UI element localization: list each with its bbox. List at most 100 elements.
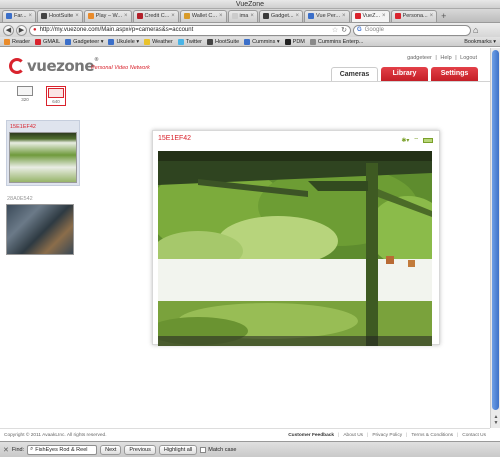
- tab-label: Play – W...: [95, 13, 123, 19]
- bookmark-item[interactable]: Reader: [4, 38, 31, 45]
- match-case-option[interactable]: Match case: [200, 446, 236, 453]
- tab-label: HootSuite: [49, 13, 74, 19]
- battery-icon: [423, 137, 433, 143]
- address-bar[interactable]: ● http://my.vuezone.com/Main.aspx#p=came…: [29, 24, 351, 36]
- browser-tab[interactable]: Play – W... ×: [83, 9, 132, 22]
- divider: |: [455, 55, 457, 61]
- bookmark-item[interactable]: Ukulele ▾: [108, 38, 139, 45]
- find-label: Find:: [11, 446, 25, 453]
- tab-cameras[interactable]: Cameras: [331, 67, 378, 81]
- camera-thumbnail-image[interactable]: [6, 204, 74, 255]
- bookmark-icon: [65, 38, 72, 45]
- bookmark-label: Gadgeteer ▾: [73, 38, 104, 45]
- footer-link[interactable]: About Us: [343, 433, 363, 438]
- page-scrollbar[interactable]: ▲ ▼: [490, 48, 500, 428]
- find-input-value[interactable]: FishEyes Rod & Reel: [35, 447, 87, 453]
- live-video-viewer: 15E1EF42 ✱▾ ⌔: [152, 130, 440, 346]
- tab-label: Far...: [14, 13, 27, 19]
- site-identity-icon[interactable]: ●: [33, 27, 37, 33]
- search-box[interactable]: G Google: [353, 24, 471, 36]
- highlight-all-button[interactable]: Highlight all: [158, 444, 198, 455]
- tab-label: Wallet C...: [191, 13, 217, 19]
- browser-tab[interactable]: Wallet C... ×: [179, 9, 227, 22]
- camera-thumbnail[interactable]: 28A0E542: [6, 196, 80, 255]
- bookmark-item[interactable]: HootSuite: [206, 38, 239, 45]
- tab-close-icon[interactable]: ×: [430, 13, 434, 19]
- find-input[interactable]: ⌕ FishEyes Rod & Reel: [27, 444, 98, 455]
- bookmark-label: Weather: [152, 38, 173, 45]
- match-case-checkbox[interactable]: [200, 446, 207, 453]
- bookmark-star-icon[interactable]: ☆: [332, 26, 338, 34]
- home-icon[interactable]: ⌂: [473, 25, 478, 35]
- tab-favicon-icon: [6, 13, 12, 19]
- resolution-640-button[interactable]: 640: [46, 86, 66, 106]
- browser-tab[interactable]: Vue Per... ×: [304, 9, 350, 22]
- tab-close-icon[interactable]: ×: [296, 13, 300, 19]
- resolution-320-button[interactable]: 320: [15, 86, 35, 106]
- footer-link[interactable]: Customer Feedback: [288, 433, 334, 438]
- tab-label: ima: [239, 13, 249, 19]
- new-tab-icon[interactable]: +: [438, 11, 449, 21]
- tab-close-icon[interactable]: ×: [219, 13, 223, 19]
- bookmark-label: GMAIL: [43, 38, 61, 45]
- bookmark-icon: [284, 38, 291, 45]
- browser-tab[interactable]: Gadget... ×: [258, 9, 304, 22]
- browser-tab[interactable]: VueZ... ×: [350, 9, 390, 22]
- bookmark-icon: [144, 38, 151, 45]
- bookmark-item[interactable]: Weather: [144, 38, 173, 45]
- tab-favicon-icon: [183, 13, 190, 19]
- address-bar-url[interactable]: http://my.vuezone.com/Main.aspx#p=camera…: [40, 27, 329, 33]
- tab-close-icon[interactable]: ×: [124, 13, 128, 19]
- tab-close-icon[interactable]: ×: [29, 13, 33, 19]
- tab-close-icon[interactable]: ×: [171, 13, 175, 19]
- live-video-frame[interactable]: [158, 151, 432, 346]
- camera-thumbnail-image[interactable]: [9, 132, 77, 183]
- reload-icon[interactable]: ↻: [341, 26, 347, 34]
- footer-link[interactable]: Terms & Conditions: [411, 433, 453, 438]
- user-links: gadgeteer | Help | Logout: [406, 55, 478, 61]
- tab-close-icon[interactable]: ×: [250, 13, 254, 19]
- logout-link[interactable]: Logout: [459, 55, 478, 61]
- bookmark-icon: [309, 38, 316, 45]
- bookmark-item[interactable]: GMAIL: [35, 38, 61, 45]
- find-previous-button[interactable]: Previous: [124, 444, 156, 455]
- browser-tab[interactable]: HootSuite ×: [37, 9, 83, 22]
- search-box-placeholder[interactable]: Google: [365, 27, 384, 33]
- motion-icon[interactable]: ✱▾: [401, 137, 409, 144]
- close-find-bar-icon[interactable]: ✕: [3, 446, 9, 454]
- footer-links: Customer Feedback | About Us | Privacy Polic…: [288, 433, 486, 438]
- screen-icon: [17, 86, 33, 96]
- viewer-camera-id: 15E1EF42: [158, 135, 192, 142]
- browser-tab[interactable]: Far... ×: [2, 9, 37, 22]
- browser-tab[interactable]: ima ×: [227, 9, 258, 22]
- scrollbar-thumb[interactable]: [492, 50, 499, 410]
- vuezone-logo[interactable]: vuezone®: [9, 57, 99, 75]
- copyright-text: Copyright © 2011 AvaakLInc. All rights r…: [4, 432, 107, 438]
- help-link[interactable]: Help: [439, 55, 452, 61]
- browser-tab[interactable]: Persona... ×: [390, 9, 438, 22]
- back-button[interactable]: ◀: [3, 24, 14, 36]
- bookmark-item[interactable]: PDM: [284, 38, 305, 45]
- browser-tab[interactable]: Credit C... ×: [132, 9, 179, 22]
- bookmarks-menu-button[interactable]: Bookmarks ▾: [464, 39, 496, 45]
- bookmark-item[interactable]: Twitter: [177, 38, 202, 45]
- tab-close-icon[interactable]: ×: [382, 13, 386, 19]
- tab-close-icon[interactable]: ×: [75, 13, 79, 19]
- tab-settings[interactable]: Settings: [431, 67, 478, 81]
- bookmark-label: Reader: [12, 38, 31, 45]
- bookmark-item[interactable]: Cummins ▾: [244, 38, 280, 45]
- site-header: vuezone® Personal Video Network gadgetee…: [0, 48, 490, 81]
- tab-close-icon[interactable]: ×: [342, 13, 346, 19]
- site-footer: Copyright © 2011 AvaakLInc. All rights r…: [0, 428, 490, 441]
- scroll-down-arrow-icon[interactable]: ▼: [492, 420, 500, 426]
- tab-library[interactable]: Library: [381, 67, 428, 81]
- footer-link[interactable]: Privacy Policy: [372, 433, 402, 438]
- bookmark-icon: [206, 38, 213, 45]
- footer-link[interactable]: Contact Us: [462, 433, 486, 438]
- find-next-button[interactable]: Next: [100, 444, 122, 455]
- resolution-label: 640: [52, 99, 60, 104]
- camera-thumbnail[interactable]: 15E1EF42: [6, 120, 80, 186]
- forward-button[interactable]: ▶: [16, 24, 27, 36]
- bookmark-item[interactable]: Gadgeteer ▾: [65, 38, 104, 45]
- bookmark-item[interactable]: Cummins Enterp...: [309, 38, 363, 45]
